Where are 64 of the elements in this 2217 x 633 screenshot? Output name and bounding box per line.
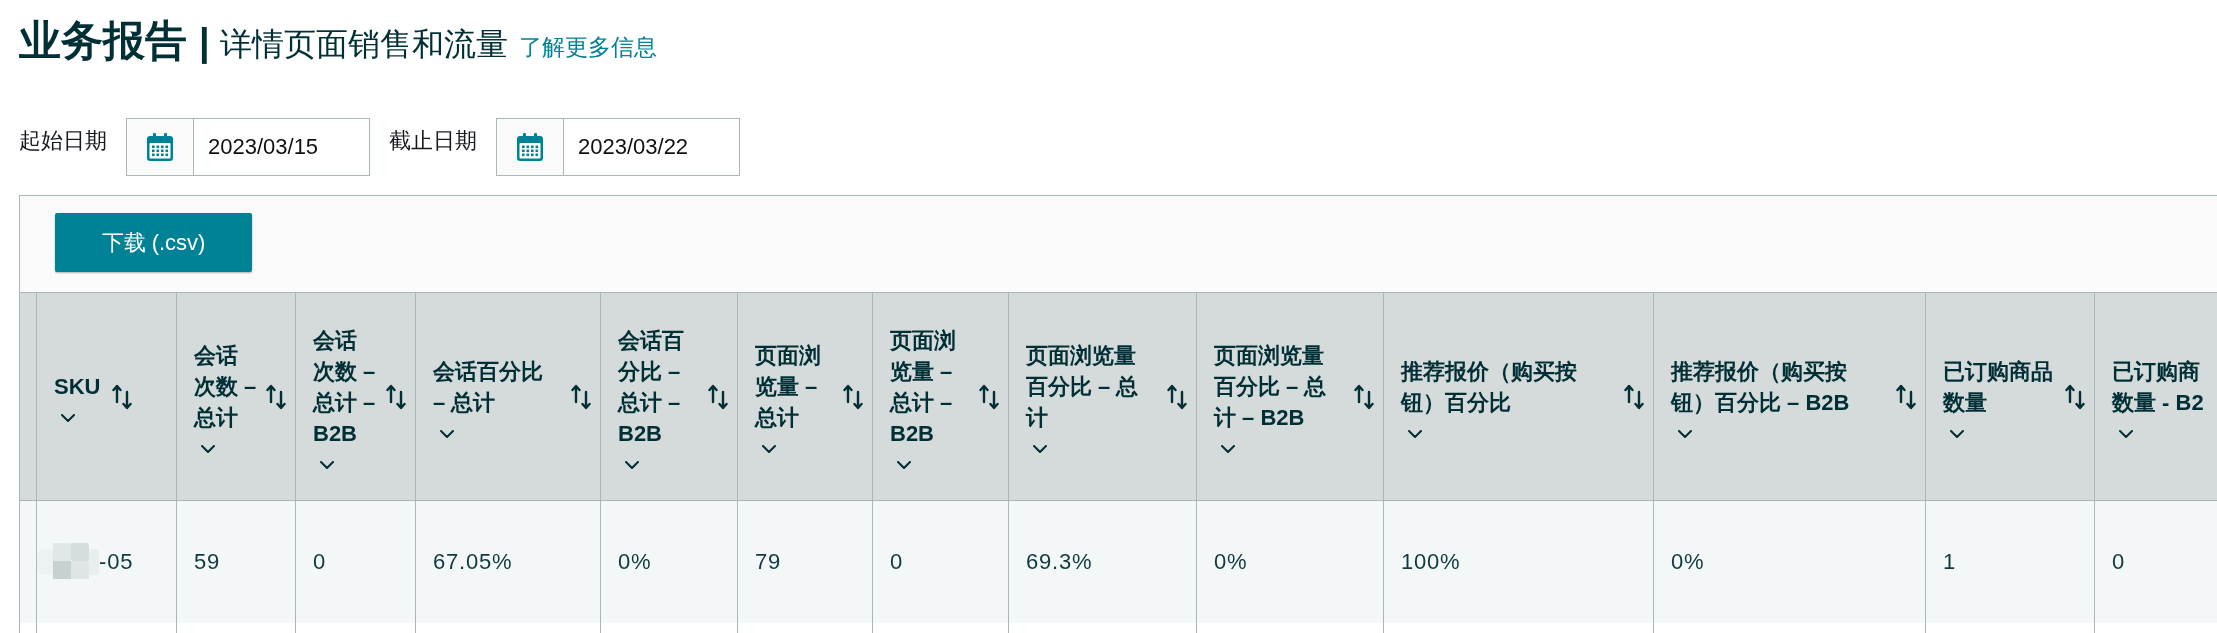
column-title: 会话次数 – 总计: [194, 342, 258, 432]
chevron-down-icon[interactable]: [762, 445, 776, 453]
chevron-down-icon[interactable]: [625, 460, 639, 469]
chevron-down-icon[interactable]: [61, 414, 75, 422]
learn-more-link[interactable]: 了解更多信息: [518, 32, 657, 63]
chevron-down-icon[interactable]: [1033, 445, 1047, 453]
calendar-icon: [147, 133, 173, 161]
chevron-down-icon[interactable]: [1221, 445, 1235, 453]
table-cell: 1: [1926, 501, 2095, 623]
date-label: 起始日期: [19, 128, 107, 154]
date-label: 截止日期: [389, 128, 477, 154]
sort-icon[interactable]: [1896, 383, 1916, 410]
chevron-down-icon[interactable]: [897, 460, 911, 469]
page-subtitle: 详情页面销售和流量: [219, 25, 508, 64]
column-title: 推荐报价（购买按钮）百分比: [1401, 357, 1578, 417]
table-cell: 0: [873, 501, 1009, 623]
calendar-button[interactable]: [496, 118, 564, 176]
table-cell: 79: [738, 501, 873, 623]
table-cell: 0%: [1654, 501, 1926, 623]
table-cell: 100%: [1384, 501, 1654, 623]
sort-icon[interactable]: [979, 383, 999, 410]
date-input[interactable]: 2023/03/22: [564, 118, 740, 176]
column-title: 已订购商品数量: [1943, 357, 2054, 417]
column-title: 推荐报价（购买按钮）百分比 – B2B: [1671, 357, 1851, 417]
chevron-down-icon[interactable]: [320, 460, 334, 469]
sort-icon[interactable]: [386, 383, 406, 410]
sort-icon[interactable]: [266, 383, 286, 410]
chevron-down-icon[interactable]: [1950, 429, 1964, 438]
table-cell: 69.3%: [1009, 501, 1197, 623]
sort-icon[interactable]: [1167, 383, 1187, 410]
table-cell-text: 0: [2111, 548, 2127, 576]
date-input[interactable]: 2023/03/15: [194, 118, 370, 176]
column-title: 页面浏览量 – 总计 – B2B: [890, 326, 957, 448]
column-title: 已订购商数量 - B2: [2112, 357, 2205, 417]
chevron-down-icon[interactable]: [201, 445, 215, 453]
chevron-down-icon[interactable]: [1408, 429, 1422, 438]
column-title: 会话百分比 – 总计: [433, 357, 544, 417]
sort-icon[interactable]: [571, 383, 591, 410]
table-cell: 0%: [1197, 501, 1384, 623]
chevron-down-icon[interactable]: [2119, 429, 2133, 438]
column-title: 页面浏览量百分比 – 总计: [1026, 342, 1140, 432]
table-cell: 67.05%: [416, 501, 601, 623]
sort-icon[interactable]: [112, 383, 132, 410]
column-title: 页面浏览量 – 总计: [755, 342, 822, 432]
table-cell: 59: [177, 501, 296, 623]
calendar-icon: [517, 133, 543, 161]
table-cell: 0: [296, 501, 416, 623]
download-button[interactable]: 下载 (.csv): [55, 213, 252, 272]
title-separator: |: [199, 21, 210, 64]
sort-icon[interactable]: [708, 383, 728, 410]
calendar-button[interactable]: [126, 118, 194, 176]
sort-icon[interactable]: [1624, 383, 1644, 410]
chevron-down-icon[interactable]: [440, 429, 454, 438]
column-title: 会话百分比 – 总计 – B2B: [618, 326, 685, 448]
column-title: 会话次数 – 总计 – B2B: [313, 326, 377, 448]
sku-value: -05: [99, 549, 134, 575]
table-cell: 0%: [601, 501, 738, 623]
sort-icon[interactable]: [1354, 383, 1374, 410]
page-title: 业务报告: [19, 16, 187, 66]
chevron-down-icon[interactable]: [1678, 429, 1692, 438]
column-title: SKU: [54, 373, 102, 401]
sort-icon[interactable]: [2065, 383, 2085, 410]
column-title: 页面浏览量百分比 – 总计 – B2B: [1214, 342, 1328, 432]
sort-icon[interactable]: [843, 383, 863, 410]
